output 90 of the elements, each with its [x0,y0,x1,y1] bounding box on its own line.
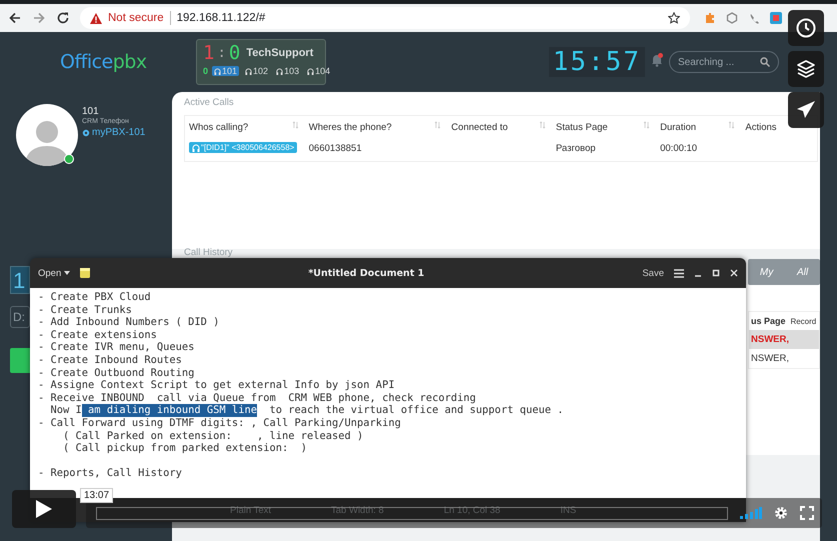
hexagon-icon[interactable] [726,12,738,24]
status-text: INS [560,504,576,516]
editor-text: - Create Trunks [38,304,132,316]
editor-text: - Add Inbound Numbers ( DID ) [38,316,220,329]
section-title: Call History [184,247,233,258]
selected-text: am dialing inbound GSM line [82,404,257,417]
editor-text: - Create PBX Cloud [38,291,151,304]
editor-text: - Create IVR menu, Queues [38,341,194,354]
free-count: 0 [203,66,208,76]
play-button[interactable] [12,490,76,528]
note-icon[interactable] [80,268,90,278]
editor-text: - Reports, Call History [38,467,182,480]
layers-icon [796,59,816,79]
reload-icon[interactable] [56,11,70,25]
back-icon[interactable] [8,11,22,25]
forward-icon[interactable] [32,11,46,25]
headset-icon [214,68,222,74]
star-icon[interactable] [668,12,680,24]
extension-number: 101 [82,106,100,117]
table-cell: 0660138851 [308,142,362,154]
editor-text: to reach the virtual office and support queue . [268,404,564,417]
queue-name: TechSupport [246,47,314,59]
column-header: us Page [748,312,788,330]
editor-text: - Assigne Context Script to get external Info by json API [38,379,395,392]
share-button[interactable] [788,92,824,128]
volume-icon[interactable] [740,507,762,519]
status-text: Plain Text [230,504,272,516]
phone-icon[interactable] [748,12,760,24]
menu-icon[interactable] [674,268,684,278]
column-header: Actions [745,122,777,133]
collections-button[interactable] [788,51,824,87]
number-display: 1 [10,266,30,294]
column-header: Connected to [451,122,508,133]
headset-icon [276,68,284,74]
answered-count: 0 [228,43,240,63]
column-header: Record [788,312,820,330]
editor-text: - Receive INBOUND call via Queue from CRM WEB phone, check recording [38,392,476,404]
editor-text: ( Call Parked on extension: , line released ) [62,430,364,442]
section-title: Active Calls [184,97,235,108]
count-separator: : [217,44,226,63]
clock-icon [796,18,816,38]
maximize-icon[interactable] [712,269,720,277]
editor-text: ( Call pickup from parked extension: ) [62,442,307,455]
waiting-count: 1 [203,43,214,63]
security-label: Not secure [108,12,164,24]
column-header: Status Page [556,122,608,133]
headset-icon [245,68,252,74]
column-header: Whos calling? [189,122,248,133]
settings-icon[interactable] [774,506,788,520]
headset-icon [192,144,200,152]
agent-chip[interactable]: 104 [305,66,332,76]
editor-text: - Create Inbound Routes [38,354,182,367]
search-field[interactable]: Searching ... [669,51,779,73]
agent-chip[interactable]: 103 [274,66,302,76]
editor-text: - Create Outbuond Routing [38,366,194,380]
address-bar[interactable]: Not secure 192.168.11.122/# [80,7,690,29]
column-header: Wheres the phone? [308,122,392,133]
column-header: Duration [660,122,696,133]
play-icon [36,500,52,518]
editor-text: Now I [50,404,82,417]
caret-icon [64,271,70,275]
progress-track[interactable] [96,506,728,520]
fullscreen-icon[interactable] [800,506,814,520]
watch-later-button[interactable] [788,10,824,46]
table-cell: Разговор [556,142,596,154]
account-link[interactable]: myPBX-101 [82,127,146,138]
logo: Officepbx [60,51,148,73]
agent-chip[interactable]: 102 [243,66,270,76]
table-cell: NSWER, [748,349,820,368]
gear-icon [82,128,90,136]
caller-badge: "[DID1]" <380506426558> [189,142,298,153]
table-cell: NSWER, [748,330,820,349]
search-icon[interactable] [760,57,770,67]
open-button[interactable]: Open [38,268,70,278]
time-tooltip: 13:07 [80,488,114,503]
editor-text: - Call Forward using DTMF digits: , Call Parking/Unparking [38,416,401,430]
editor-text: - Create extensions [38,328,157,342]
close-icon[interactable] [730,269,738,277]
clock-display: 15:57 [548,47,645,77]
text-area[interactable] [30,288,746,498]
headset-icon [307,68,314,74]
paper-plane-icon [796,100,816,120]
save-button[interactable]: Save [642,268,664,278]
window-title: *Untitled Document 1 [307,268,426,278]
status-text: Tab Width: 8 [331,504,384,516]
table-cell: 00:00:10 [660,142,698,154]
warning-icon [90,12,102,24]
url-text: 192.168.11.122/# [176,12,266,24]
status-text: Ln 10, Col 38 [444,504,500,516]
bell-icon[interactable] [651,52,663,66]
